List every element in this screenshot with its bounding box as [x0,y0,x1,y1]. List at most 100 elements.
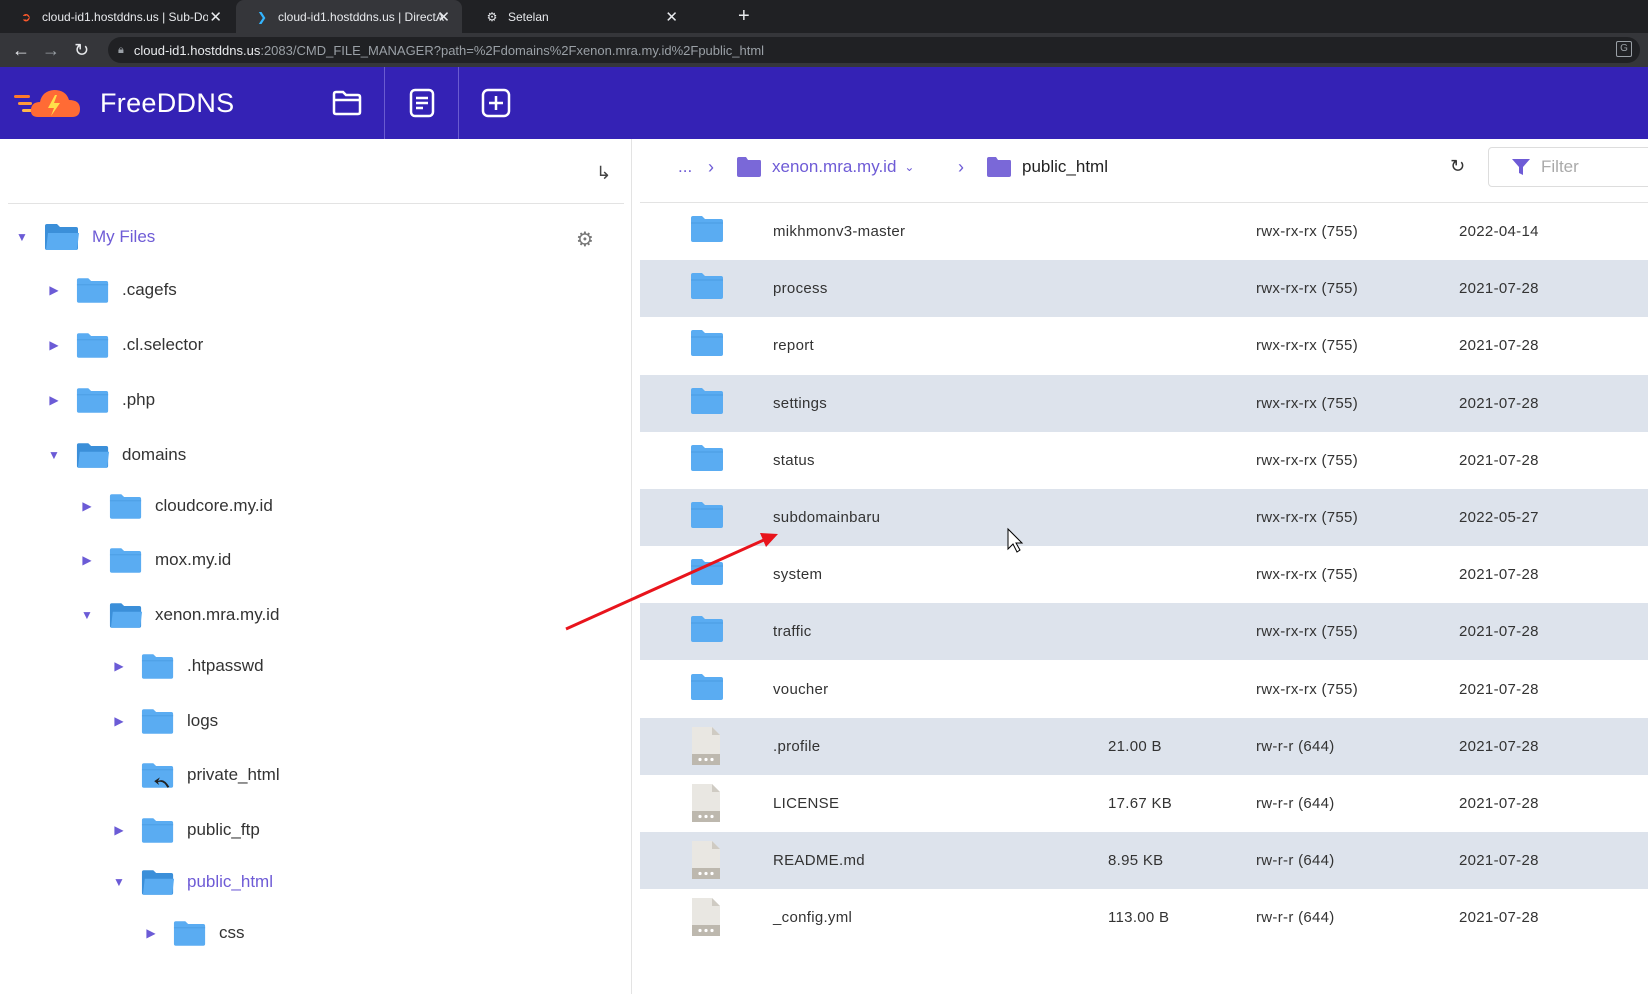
tree-item[interactable]: ▶ .php [46,380,155,420]
filter-icon [1512,159,1530,175]
reload-icon[interactable]: ↻ [74,40,89,61]
tree-item[interactable]: ▶ cloudcore.my.id [79,486,273,526]
tree-label: .htpasswd [187,656,264,675]
new-file-button[interactable] [384,67,459,139]
caret-right-icon[interactable]: ▶ [111,659,127,673]
plus-square-icon [481,88,510,118]
close-tab-icon[interactable]: ✕ [437,8,450,26]
close-tab-icon[interactable]: ✕ [209,8,222,26]
file-name: process [773,280,828,298]
file-row[interactable]: mikhmonv3-master rwx-rx-rx (755) 2022-04-1… [640,203,1648,260]
breadcrumb-current[interactable]: public_html [986,157,1108,177]
file-size: 17.67 KB [1108,795,1173,812]
tree-item[interactable]: ▼ xenon.mra.my.id [79,595,279,635]
collapse-tree-icon[interactable]: ↳ [596,163,611,184]
folder-icon [691,559,723,586]
close-tab-icon[interactable]: ✕ [665,8,678,26]
caret-down-icon[interactable]: ▼ [46,448,62,462]
file-row[interactable]: traffic rwx-rx-rx (755) 2021-07-28 [640,603,1648,661]
tree-item[interactable]: ▶ .cl.selector [46,325,203,365]
file-permissions: rwx-rx-rx (755) [1256,680,1358,698]
settings-gear-icon[interactable]: ⚙ [576,227,594,252]
folder-icon [691,273,723,300]
tree-item[interactable]: ▶ logs [111,701,218,741]
tree-item[interactable]: private_html [111,755,280,795]
back-arrow-icon[interactable]: ← [12,40,30,61]
settings-gear-icon: ⚙ [486,9,498,24]
add-button[interactable] [458,67,533,139]
breadcrumb-parent[interactable]: xenon.mra.my.id ⌄ [736,157,914,177]
breadcrumb-ellipsis[interactable]: ... [678,157,692,177]
tab-title: Setelan [508,9,549,24]
tree-item[interactable]: ▶ css [143,913,245,953]
tree-item[interactable]: ▼ domains [46,435,186,475]
tree-root-my-files[interactable]: ▼ My Files [14,217,155,257]
caret-down-icon[interactable]: ▼ [14,230,30,244]
folder-icon [691,216,723,242]
forward-arrow-icon[interactable]: → [42,40,60,61]
file-row[interactable]: report rwx-rx-rx (755) 2021-07-28 [640,317,1648,374]
browser-tab-directadmin[interactable]: ❯ cloud-id1.hostddns.us | DirectAdmin ✕ [236,0,462,33]
file-row[interactable]: process rwx-rx-rx (755) 2021-07-28 [640,260,1648,318]
caret-right-icon[interactable]: ▶ [111,823,127,837]
caret-right-icon[interactable]: ▶ [79,553,95,567]
cloud-bolt-logo-icon [14,90,80,117]
url-field[interactable]: 🔒︎ cloud-id1.hostddns.us:2083/CMD_FILE_M… [108,37,1640,63]
file-row[interactable]: LICENSE 17.67 KB rw-r-r (644) 2021-07-28 [640,775,1648,832]
caret-right-icon[interactable]: ▶ [46,393,62,407]
folder-icon [691,330,723,357]
file-name: status [773,451,815,469]
chevron-right-icon: › [708,157,714,177]
file-date: 2021-07-28 [1459,623,1539,641]
caret-right-icon[interactable]: ▶ [143,926,159,940]
folder-icon [691,444,723,471]
file-row[interactable]: voucher rwx-rx-rx (755) 2021-07-28 [640,661,1648,718]
file-row[interactable]: status rwx-rx-rx (755) 2021-07-28 [640,432,1648,489]
file-date: 2021-07-28 [1459,394,1539,412]
file-name: system [773,566,823,584]
tree-item[interactable]: ▶ mox.my.id [79,540,231,580]
caret-right-icon[interactable]: ▶ [46,338,62,352]
tree-item[interactable]: ▶ .htpasswd [111,646,264,686]
translate-icon[interactable]: G [1616,41,1632,57]
logo-text: FreeDDNS [100,87,235,118]
caret-down-icon[interactable]: ▼ [111,875,127,889]
browser-tab-settings[interactable]: ⚙ Setelan ✕ [466,0,690,33]
file-row[interactable]: README.md 8.95 KB rw-r-r (644) 2021-07-28 [640,832,1648,890]
freeddns-logo[interactable]: FreeDDNS [14,83,234,123]
file-name: voucher [773,680,829,698]
folder-icon [691,502,723,528]
file-size: 8.95 KB [1108,852,1164,870]
file-date: 2021-07-28 [1459,795,1539,812]
file-row[interactable]: _config.yml 113.00 B rw-r-r (644) 2021-07-2… [640,889,1648,946]
file-row[interactable]: subdomainbaru rwx-rx-rx (755) 2022-05-27 [640,489,1648,546]
file-row[interactable]: settings rwx-rx-rx (755) 2021-07-28 [640,374,1648,432]
tree-item[interactable]: ▶ public_ftp [111,810,260,850]
file-date: 2021-07-28 [1459,852,1539,870]
file-date: 2021-07-28 [1459,909,1539,927]
file-permissions: rw-r-r (644) [1256,795,1335,812]
file-row[interactable]: .profile 21.00 B rw-r-r (644) 2021-07-28 [640,717,1648,775]
tree-item[interactable]: ▶ .cagefs [46,270,177,310]
file-permissions: rwx-rx-rx (755) [1256,337,1358,355]
tree-label: public_ftp [187,820,260,839]
file-date: 2021-07-28 [1459,680,1539,698]
caret-down-icon[interactable]: ▼ [79,608,95,622]
new-tab-icon[interactable]: + [738,5,750,28]
caret-right-icon[interactable]: ▶ [111,714,127,728]
chevron-down-icon[interactable]: ⌄ [904,160,914,174]
filter-input[interactable]: Filter [1488,147,1648,187]
breadcrumb-current-label: public_html [1022,157,1108,176]
file-manager-button[interactable] [309,67,384,139]
folder-open-icon [45,224,79,250]
folder-icon [141,817,174,843]
caret-right-icon[interactable]: ▶ [79,499,95,513]
file-row[interactable]: system rwx-rx-rx (755) 2021-07-28 [640,546,1648,603]
file-icon [692,898,720,937]
caret-right-icon[interactable]: ▶ [46,283,62,297]
browser-tab-subdomains[interactable]: ➲ cloud-id1.hostddns.us | Sub-Domains ✕ [0,0,234,33]
folder-icon [173,920,206,946]
tree-item[interactable]: ▼ public_html [111,862,273,902]
file-name: mikhmonv3-master [773,223,906,240]
refresh-icon[interactable]: ↻ [1450,156,1465,177]
